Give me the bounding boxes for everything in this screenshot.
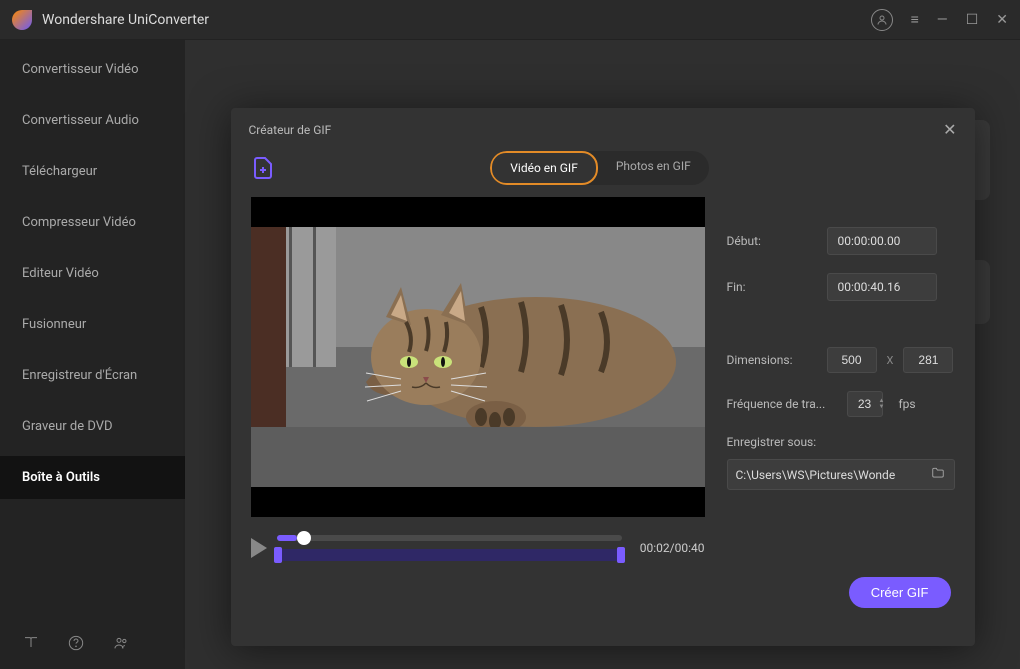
minimize-icon[interactable]: — xyxy=(937,12,948,28)
input-start-time[interactable]: 00:00:00.00 xyxy=(827,227,937,255)
input-height[interactable] xyxy=(903,347,953,373)
play-button[interactable] xyxy=(251,538,267,558)
label-save-under: Enregistrer sous: xyxy=(727,435,955,449)
sidebar-item-merger[interactable]: Fusionneur xyxy=(0,303,185,346)
modal-title: Créateur de GIF xyxy=(249,123,332,137)
sidebar-item-screen-recorder[interactable]: Enregistreur d'Écran xyxy=(0,354,185,397)
input-fps[interactable] xyxy=(847,391,883,417)
gif-maker-modal: Créateur de GIF ✕ Vidéo en GIF Photos en… xyxy=(231,108,975,646)
label-dimensions: Dimensions: xyxy=(727,353,817,367)
mode-toggle: Vidéo en GIF Photos en GIF xyxy=(490,151,708,185)
sidebar: Convertisseur Vidéo Convertisseur Audio … xyxy=(0,40,185,669)
time-display: 00:02/00:40 xyxy=(640,541,705,555)
people-icon[interactable] xyxy=(112,635,130,655)
sidebar-item-video-converter[interactable]: Convertisseur Vidéo xyxy=(0,48,185,91)
book-icon[interactable] xyxy=(22,635,40,655)
sidebar-item-video-compressor[interactable]: Compresseur Vidéo xyxy=(0,201,185,244)
sidebar-item-toolbox[interactable]: Boîte à Outils xyxy=(0,456,185,499)
range-selector[interactable] xyxy=(277,549,622,561)
sidebar-item-dvd-burner[interactable]: Graveur de DVD xyxy=(0,405,185,448)
menu-icon[interactable]: ≡ xyxy=(911,11,919,28)
content-area: es métado... automatique et n des mé des… xyxy=(185,40,1020,669)
video-preview xyxy=(251,197,705,517)
sidebar-item-video-editor[interactable]: Editeur Vidéo xyxy=(0,252,185,295)
dimensions-sep: X xyxy=(887,354,894,367)
save-path-text: C:\Users\WS\Pictures\Wonde xyxy=(736,468,930,482)
save-path-row: C:\Users\WS\Pictures\Wonde xyxy=(727,459,955,490)
tab-photos-to-gif[interactable]: Photos en GIF xyxy=(598,151,709,185)
label-fps-unit: fps xyxy=(898,397,915,411)
close-window-icon[interactable]: ✕ xyxy=(996,12,1008,28)
range-handle-start[interactable] xyxy=(274,547,282,563)
account-icon[interactable] xyxy=(871,9,893,31)
maximize-icon[interactable]: ☐ xyxy=(966,12,979,28)
help-icon[interactable] xyxy=(68,635,84,655)
label-end: Fin: xyxy=(727,280,817,294)
range-handle-end[interactable] xyxy=(617,547,625,563)
create-gif-button[interactable]: Créer GIF xyxy=(849,577,951,608)
add-file-icon[interactable] xyxy=(251,156,275,180)
label-fps: Fréquence de tra... xyxy=(727,397,837,411)
sidebar-item-audio-converter[interactable]: Convertisseur Audio xyxy=(0,99,185,142)
label-start: Début: xyxy=(727,234,817,248)
close-icon[interactable]: ✕ xyxy=(943,120,956,139)
app-logo-icon xyxy=(12,10,32,30)
tab-video-to-gif[interactable]: Vidéo en GIF xyxy=(490,151,598,185)
input-end-time[interactable]: 00:00:40.16 xyxy=(827,273,937,301)
sidebar-item-downloader[interactable]: Téléchargeur xyxy=(0,150,185,193)
window-titlebar: Wondershare UniConverter ≡ — ☐ ✕ xyxy=(0,0,1020,40)
stepper-fps[interactable]: ▲▼ xyxy=(879,398,885,410)
folder-icon[interactable] xyxy=(930,465,946,484)
window-title: Wondershare UniConverter xyxy=(42,12,871,28)
input-width[interactable] xyxy=(827,347,877,373)
playback-slider[interactable] xyxy=(277,535,622,541)
